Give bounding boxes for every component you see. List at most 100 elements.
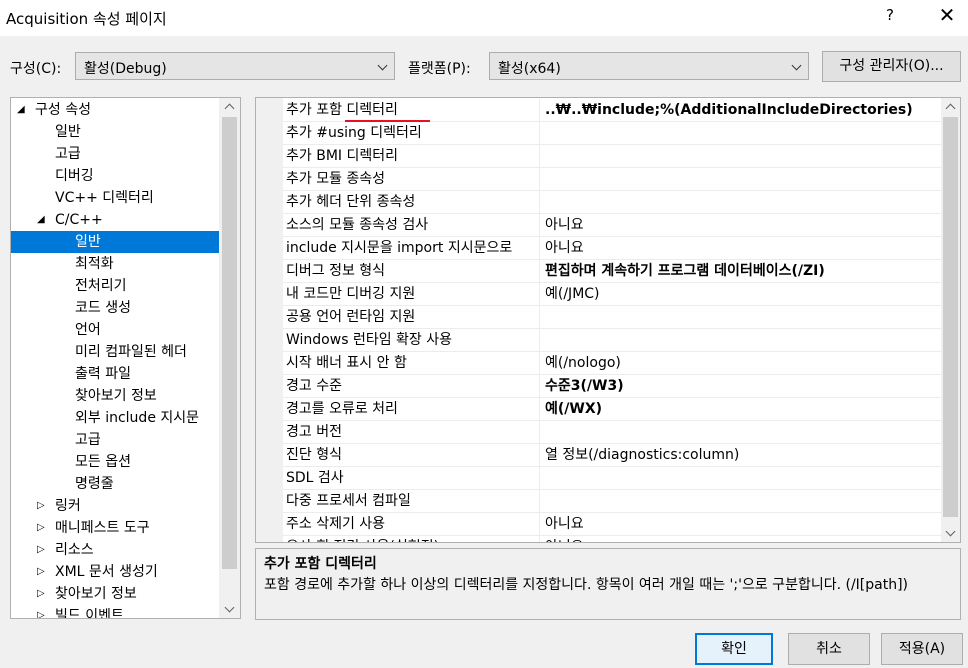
property-row[interactable]: include 지시문을 import 지시문으로 아니요 (283, 237, 941, 260)
tree-item[interactable]: 전처리기 (11, 275, 219, 297)
expand-arrow-icon[interactable]: ▷ (37, 495, 45, 517)
property-row[interactable]: 유사 힙 정리 사용(실험적) 아니요 (283, 536, 941, 542)
tree-item[interactable]: ▷ 찾아보기 정보 (11, 583, 219, 605)
tree-item[interactable]: 디버깅 (11, 165, 219, 187)
config-dropdown[interactable]: 활성(Debug) (75, 52, 395, 80)
property-value[interactable]: 아니요 (545, 237, 584, 259)
property-name: 유사 힙 정리 사용(실험적) (286, 536, 439, 542)
tree-item[interactable]: 코드 생성 (11, 297, 219, 319)
column-divider (539, 306, 540, 328)
ok-button[interactable]: 확인 (695, 633, 773, 665)
help-button[interactable]: ? (882, 6, 898, 24)
property-value[interactable]: 아니요 (545, 214, 584, 236)
property-row[interactable]: 추가 #using 디렉터리 (283, 122, 941, 145)
chevron-down-icon (791, 60, 802, 71)
tree-item[interactable]: ▷ 리소스 (11, 539, 219, 561)
property-value[interactable]: 아니요 (545, 513, 584, 535)
scroll-down-button[interactable] (219, 601, 240, 618)
property-row[interactable]: 주소 삭제기 사용 아니요 (283, 513, 941, 536)
property-name: 주소 삭제기 사용 (286, 516, 386, 532)
apply-button[interactable]: 적용(A) (881, 633, 963, 665)
tree-item[interactable]: 고급 (11, 429, 219, 451)
property-row[interactable]: 추가 포함 디렉터리 ..₩..₩include;%(AdditionalIncl… (283, 99, 941, 122)
tree-item[interactable]: 외부 include 지시문 (11, 407, 219, 429)
property-value[interactable]: 예(/nologo) (545, 352, 621, 374)
property-row[interactable]: Windows 런타임 확장 사용 (283, 329, 941, 352)
tree-item[interactable]: 일반 (11, 231, 219, 253)
tree-scrollbar[interactable] (219, 98, 240, 618)
property-row[interactable]: 진단 형식 열 정보(/diagnostics:column) (283, 444, 941, 467)
property-row[interactable]: 소스의 모듈 종속성 검사 아니요 (283, 214, 941, 237)
tree-item[interactable]: ▷ XML 문서 생성기 (11, 561, 219, 583)
tree-item-label: 찾아보기 정보 (55, 586, 137, 602)
property-value[interactable]: 수준3(/W3) (545, 375, 624, 397)
tree-item[interactable]: ◢ C/C++ (11, 209, 219, 231)
property-value[interactable]: 열 정보(/diagnostics:column) (545, 444, 739, 466)
tree-item[interactable]: ▷ 매니페스트 도구 (11, 517, 219, 539)
collapse-arrow-icon[interactable]: ◢ (17, 99, 25, 121)
tree-item[interactable]: 일반 (11, 121, 219, 143)
property-value[interactable]: 예(/WX) (545, 398, 602, 420)
property-value[interactable]: ..₩..₩include;%(AdditionalIncludeDirecto… (545, 99, 913, 121)
property-row[interactable]: 추가 BMI 디렉터리 (283, 145, 941, 168)
tree-item-label: 고급 (55, 146, 81, 162)
property-name: 다중 프로세서 컴파일 (286, 493, 411, 509)
tree-item[interactable]: 언어 (11, 319, 219, 341)
scroll-up-button[interactable] (941, 98, 960, 115)
tree-item[interactable]: 출력 파일 (11, 363, 219, 385)
config-manager-button[interactable]: 구성 관리자(O)... (822, 51, 961, 82)
grid-scrollbar[interactable] (941, 98, 960, 542)
platform-dropdown[interactable]: 활성(x64) (489, 52, 809, 80)
tree-item[interactable]: ▷ 링커 (11, 495, 219, 517)
scrollbar-thumb[interactable] (943, 117, 958, 517)
property-value[interactable]: 예(/JMC) (545, 283, 600, 305)
tree-item-label: 미리 컴파일된 헤더 (75, 344, 187, 360)
tree-item[interactable]: 찾아보기 정보 (11, 385, 219, 407)
property-row[interactable]: 다중 프로세서 컴파일 (283, 490, 941, 513)
expand-arrow-icon[interactable]: ▷ (37, 561, 45, 583)
tree-item-label: 일반 (55, 124, 81, 140)
property-row[interactable]: 공용 언어 런타임 지원 (283, 306, 941, 329)
tree-item[interactable]: 최적화 (11, 253, 219, 275)
scroll-down-button[interactable] (941, 525, 960, 542)
property-name: 내 코드만 디버깅 지원 (286, 286, 416, 302)
property-row[interactable]: SDL 검사 (283, 467, 941, 490)
tree-item[interactable]: ◢ 구성 속성 (11, 99, 219, 121)
property-value[interactable]: 아니요 (545, 536, 584, 542)
property-name: 시작 배너 표시 안 함 (286, 355, 407, 371)
tree-item[interactable]: VC++ 디렉터리 (11, 187, 219, 209)
property-row[interactable]: 시작 배너 표시 안 함 예(/nologo) (283, 352, 941, 375)
property-value[interactable]: 편집하며 계속하기 프로그램 데이터베이스(/ZI) (545, 260, 825, 282)
tree-item[interactable]: 모든 옵션 (11, 451, 219, 473)
column-divider (539, 421, 540, 443)
property-row[interactable]: 디버그 정보 형식 편집하며 계속하기 프로그램 데이터베이스(/ZI) (283, 260, 941, 283)
property-name: 추가 헤더 단위 종속성 (286, 194, 416, 210)
expand-arrow-icon[interactable]: ▷ (37, 539, 45, 561)
property-name: SDL 검사 (286, 470, 344, 486)
property-name: 추가 BMI 디렉터리 (286, 148, 398, 164)
property-row[interactable]: 경고 수준 수준3(/W3) (283, 375, 941, 398)
tree-item-label: 매니페스트 도구 (55, 520, 150, 536)
tree-item[interactable]: 미리 컴파일된 헤더 (11, 341, 219, 363)
expand-arrow-icon[interactable]: ▷ (37, 605, 45, 618)
cancel-button[interactable]: 취소 (788, 633, 870, 665)
property-row[interactable]: 추가 헤더 단위 종속성 (283, 191, 941, 214)
property-row[interactable]: 경고 버전 (283, 421, 941, 444)
tree-item-label: C/C++ (55, 212, 103, 228)
tree-item[interactable]: ▷ 빌드 이벤트 (11, 605, 219, 618)
scrollbar-thumb[interactable] (222, 117, 237, 569)
expand-arrow-icon[interactable]: ▷ (37, 583, 45, 605)
collapse-arrow-icon[interactable]: ◢ (37, 209, 45, 231)
tree-item-label: 찾아보기 정보 (75, 388, 157, 404)
property-row[interactable]: 내 코드만 디버깅 지원 예(/JMC) (283, 283, 941, 306)
column-divider (539, 214, 540, 236)
close-button[interactable]: ✕ (936, 4, 958, 26)
property-row[interactable]: 추가 모듈 종속성 (283, 168, 941, 191)
scroll-up-button[interactable] (219, 98, 240, 115)
property-row[interactable]: 경고를 오류로 처리 예(/WX) (283, 398, 941, 421)
tree-item[interactable]: 고급 (11, 143, 219, 165)
config-label: 구성(C): (10, 61, 62, 77)
property-name: 추가 포함 디렉터리 (286, 102, 398, 118)
tree-item[interactable]: 명령줄 (11, 473, 219, 495)
expand-arrow-icon[interactable]: ▷ (37, 517, 45, 539)
